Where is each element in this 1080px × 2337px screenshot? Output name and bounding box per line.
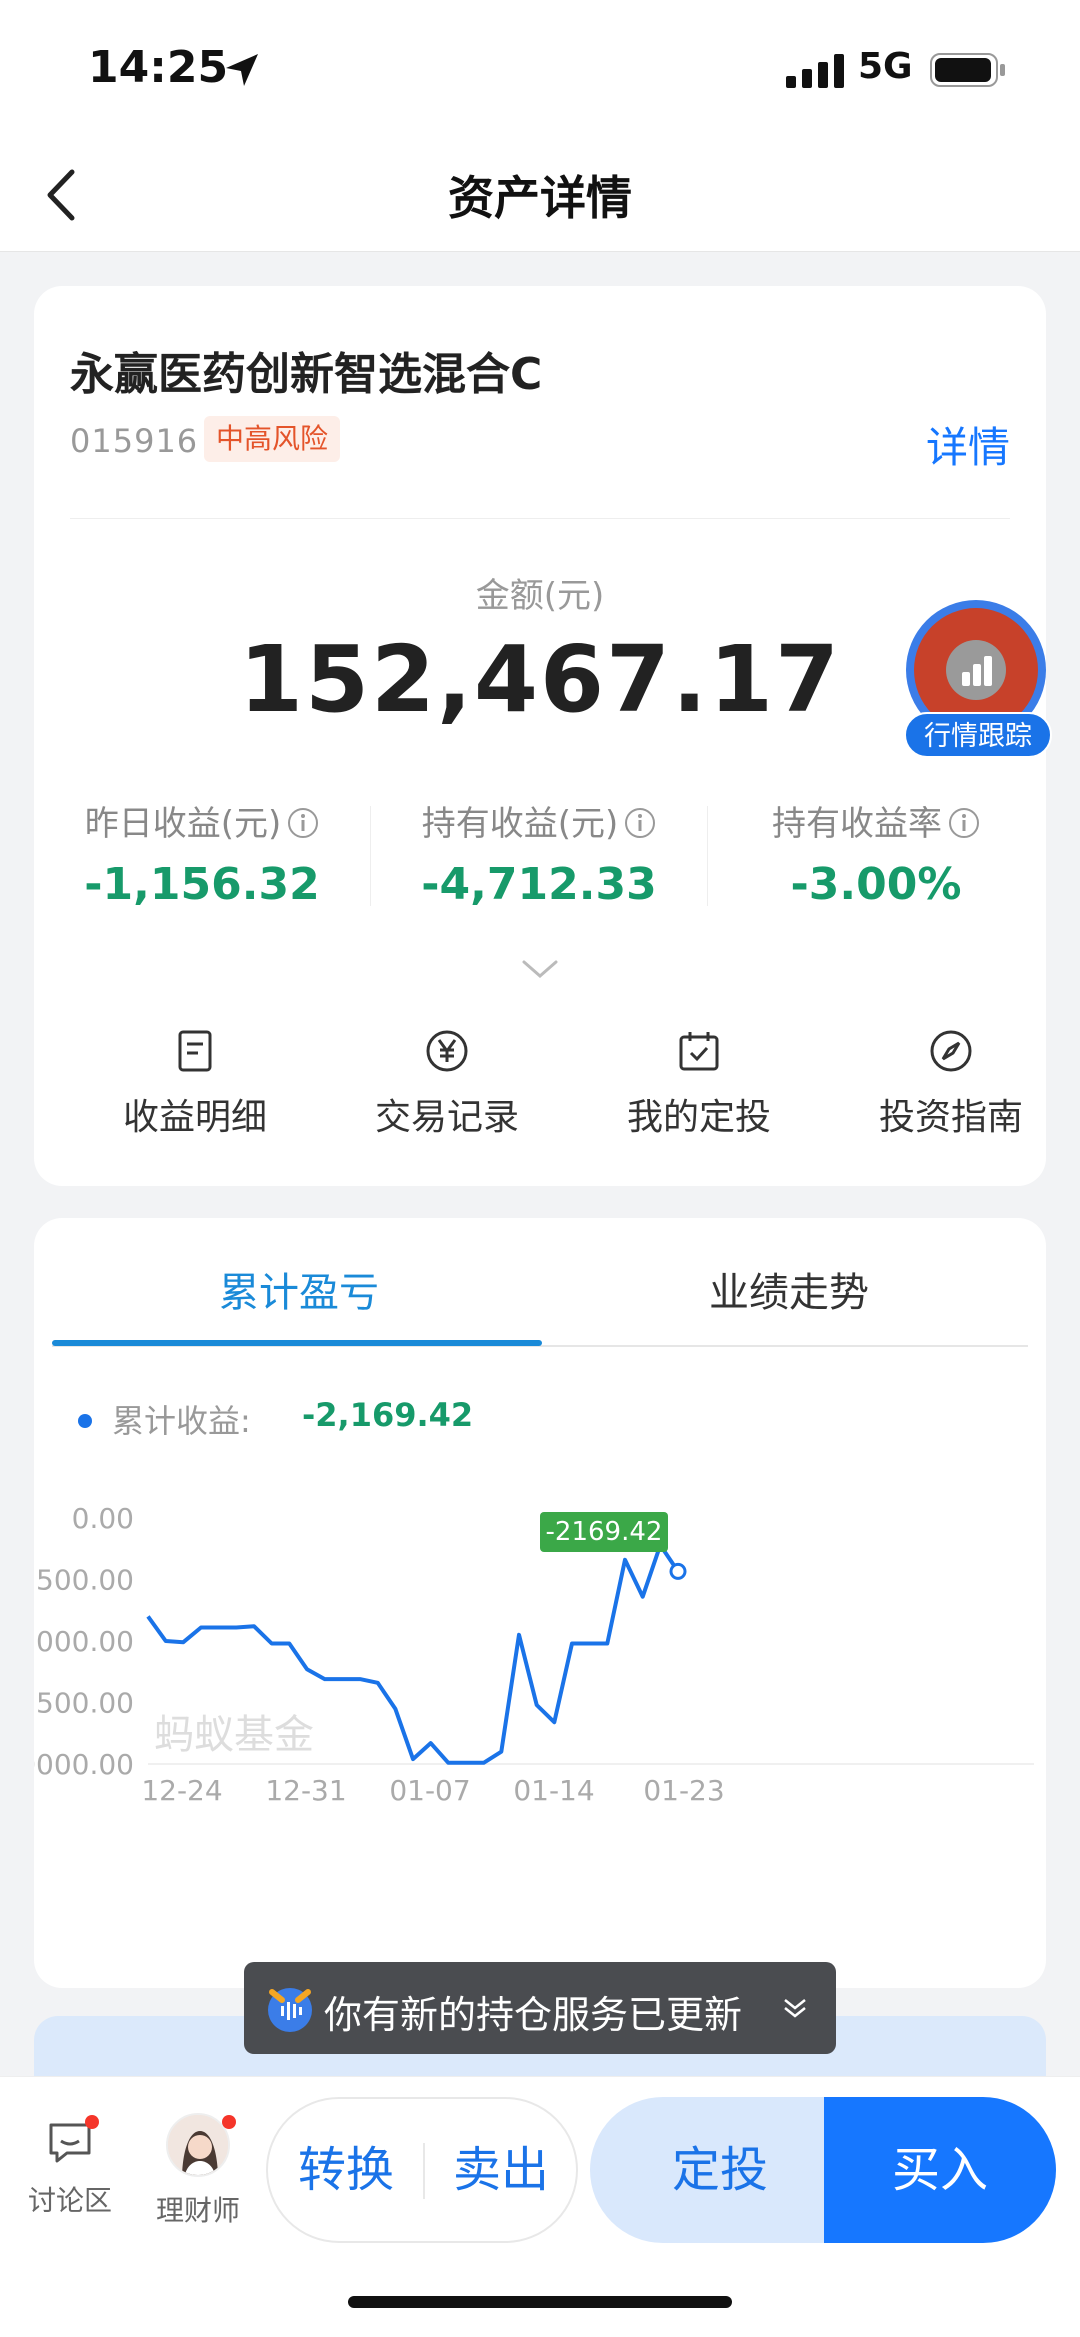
amount-value: 152,467.17 xyxy=(238,626,841,733)
sip-button[interactable]: 定投 xyxy=(590,2097,850,2243)
stat-holding-profit: 持有收益(元) -4,712.33 xyxy=(371,796,707,910)
notification-dot xyxy=(85,2115,99,2129)
service-bell-icon xyxy=(268,1988,312,2032)
x-tick-label: 01-07 xyxy=(389,1774,470,1807)
discussion-label: 讨论区 xyxy=(27,2184,112,2217)
fund-summary-card: 永赢医药创新智选混合C 015916 中高风险 详情 金额(元) 152,467… xyxy=(34,286,1046,1186)
y-tick-label: 0.00 xyxy=(72,1502,134,1535)
x-tick-label: 12-31 xyxy=(265,1774,346,1807)
legend-value: -2,169.42 xyxy=(302,1396,474,1434)
quick-action-label: 交易记录 xyxy=(374,1097,519,1138)
notification-dot xyxy=(222,2115,236,2129)
divider xyxy=(70,518,1010,519)
network-type: 5G xyxy=(858,46,913,87)
y-tick-label: -2500.00 xyxy=(34,1564,134,1597)
quick-action-income-detail[interactable]: 收益明细 xyxy=(70,1028,320,1140)
convert-button[interactable]: 转换 xyxy=(268,2099,424,2241)
stat-label: 持有收益率 xyxy=(772,804,942,844)
sell-button[interactable]: 卖出 xyxy=(424,2099,578,2241)
tab-performance[interactable]: 业绩走势 xyxy=(544,1260,1034,1318)
discussion-button[interactable]: 讨论区 xyxy=(20,2115,120,2219)
calendar-check-icon xyxy=(679,1032,719,1071)
stat-yesterday: 昨日收益(元) -1,156.32 xyxy=(34,796,370,910)
location-arrow-icon xyxy=(226,54,258,86)
stat-value: -4,712.33 xyxy=(421,859,657,910)
quick-action-transactions[interactable]: 交易记录 xyxy=(322,1028,572,1140)
tab-cumulative-pnl[interactable]: 累计盈亏 xyxy=(54,1260,544,1318)
legend-dot xyxy=(78,1414,92,1428)
x-tick-label: 01-14 xyxy=(513,1774,594,1807)
home-indicator xyxy=(348,2296,732,2308)
risk-badge: 中高风险 xyxy=(204,416,341,462)
advisor-button[interactable]: 理财师 xyxy=(148,2113,248,2229)
stat-label: 持有收益(元) xyxy=(421,804,619,844)
y-tick-label: -10000.00 xyxy=(34,1748,134,1781)
last-point-marker xyxy=(669,1562,687,1580)
cumulative-profit-chart[interactable]: 蚂蚁基金 0.00 -2500.00 -5000.00 -7500.00 -10000.0… xyxy=(34,1468,1046,1988)
advisor-avatar xyxy=(166,2113,230,2177)
toast[interactable]: 你有新的持仓服务已更新 xyxy=(244,1962,836,2054)
convert-sell-group: 转换 卖出 xyxy=(266,2097,578,2243)
battery-icon xyxy=(930,53,1005,87)
status-time: 14:25 xyxy=(88,42,229,93)
market-tracking-label: 行情跟踪 xyxy=(904,712,1052,758)
stat-value: -3.00% xyxy=(790,859,962,910)
y-tick-label: -7500.00 xyxy=(34,1687,134,1720)
stat-holding-rate: 持有收益率 -3.00% xyxy=(708,796,1044,910)
quick-action-label: 我的定投 xyxy=(626,1097,771,1138)
legend-label: 累计收益: xyxy=(112,1402,251,1440)
buy-button[interactable]: 买入 xyxy=(824,2097,1056,2243)
quick-action-guide[interactable]: 投资指南 xyxy=(826,1028,1076,1140)
chevron-down-icon xyxy=(784,1999,806,2018)
annotation-label: -2169.42 xyxy=(546,1517,663,1547)
y-tick-label: -5000.00 xyxy=(34,1625,134,1658)
nav-bar: 资产详情 xyxy=(0,140,1080,252)
x-tick-label: 01-23 xyxy=(643,1774,724,1807)
info-icon[interactable] xyxy=(287,807,319,839)
stat-label: 昨日收益(元) xyxy=(84,804,282,844)
market-tracking-button[interactable]: 行情跟踪 xyxy=(904,600,1052,764)
toast-text: 你有新的持仓服务已更新 xyxy=(324,1993,743,2037)
amount-label: 金额(元) xyxy=(475,576,605,616)
x-tick-label: 12-24 xyxy=(141,1774,222,1807)
back-chevron-icon[interactable] xyxy=(40,162,80,228)
info-icon[interactable] xyxy=(948,807,980,839)
quick-action-my-sip[interactable]: 我的定投 xyxy=(574,1028,824,1140)
page-title: 资产详情 xyxy=(448,171,632,225)
document-icon xyxy=(178,1030,212,1072)
advisor-label: 理财师 xyxy=(155,2194,240,2227)
quick-action-label: 收益明细 xyxy=(122,1097,267,1138)
compass-icon xyxy=(930,1030,972,1072)
yen-circle-icon xyxy=(426,1030,468,1072)
quick-action-label: 投资指南 xyxy=(878,1097,1023,1138)
fund-code: 015916 xyxy=(70,422,199,460)
detail-link[interactable]: 详情 xyxy=(926,414,1010,475)
chart-watermark: 蚂蚁基金 xyxy=(154,1712,314,1758)
signal-icon xyxy=(786,54,844,88)
expand-chevron-icon[interactable] xyxy=(520,958,560,982)
tab-active-indicator xyxy=(52,1340,542,1346)
fund-name: 永赢医药创新智选混合C xyxy=(70,349,543,400)
stat-value: -1,156.32 xyxy=(84,859,320,910)
status-bar: 14:25 5G xyxy=(0,0,1080,140)
person-avatar-icon xyxy=(168,2115,228,2175)
profit-chart-card: 累计盈亏 业绩走势 累计收益: -2,169.42 蚂蚁基金 0.00 -2500.… xyxy=(34,1218,1046,1988)
chart-bars-icon xyxy=(946,640,1006,700)
info-icon[interactable] xyxy=(624,807,656,839)
